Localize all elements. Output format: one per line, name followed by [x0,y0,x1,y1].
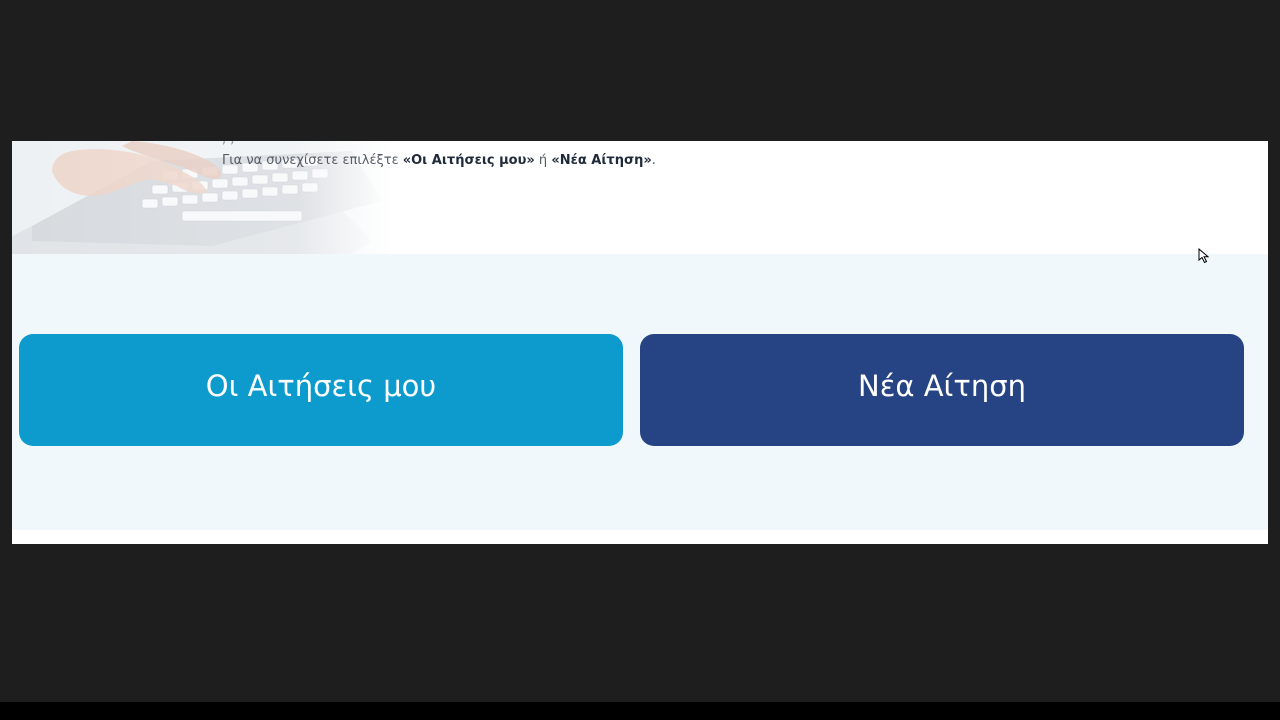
intro-instruction: Για να συνεχίσετε επιλέξτε «Οι Αιτήσεις … [222,153,656,168]
actions-panel: Οι Αιτήσεις μου Νέα Αίτηση [12,254,1268,530]
new-request-button[interactable]: Νέα Αίτηση [640,334,1244,446]
bottom-bar [0,702,1280,720]
my-requests-button[interactable]: Οι Αιτήσεις μου [19,334,623,446]
intro-option-my-requests: «Οι Αιτήσεις μου» [402,153,535,168]
intro-prefix: Για να συνεχίσετε επιλέξτε [222,153,403,168]
intro-suffix: . [651,153,656,168]
clipped-text-line: , , [222,141,234,147]
footer [12,530,1268,544]
intro-option-new-request: «Νέα Αίτηση» [551,153,652,168]
intro-mid: ή [534,153,552,168]
mouse-cursor-icon [1198,248,1210,264]
hero-section: , , Για να συνεχίσετε επιλέξτε «Οι Αιτήσ… [12,141,1268,254]
browser-viewport: , , Για να συνεχίσετε επιλέξτε «Οι Αιτήσ… [12,141,1268,544]
